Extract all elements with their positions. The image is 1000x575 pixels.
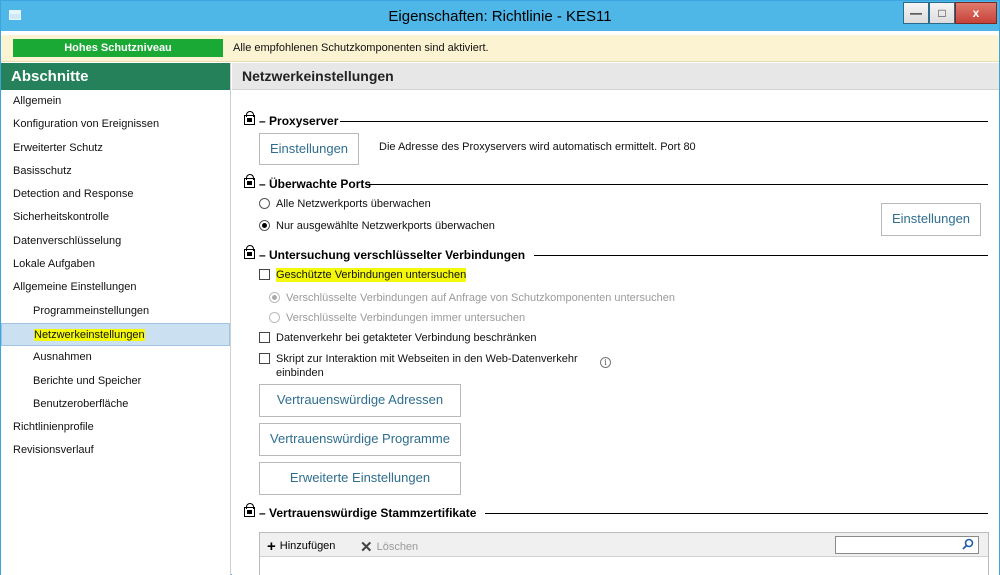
sidebar-item-basic-protection[interactable]: Basisschutz	[1, 160, 230, 183]
trusted-addresses-button[interactable]: Vertrauenswürdige Adressen	[259, 384, 461, 417]
main-content: Netzwerkeinstellungen – Proxyserver Eins…	[232, 63, 999, 575]
sidebar-item-revision-history[interactable]: Revisionsverlauf	[1, 439, 230, 462]
sidebar-item-detection-response[interactable]: Detection and Response	[1, 183, 230, 206]
section-divider	[366, 184, 988, 185]
sidebar-item-security-controls[interactable]: Sicherheitskontrolle	[1, 206, 230, 229]
protection-banner: Hohes Schutzniveau Alle empfohlenen Schu…	[1, 35, 999, 62]
lock-icon[interactable]	[244, 245, 255, 259]
sidebar-item-policy-profiles[interactable]: Richtlinienprofile	[1, 416, 230, 439]
sidebar-item-data-encryption[interactable]: Datenverschlüsselung	[1, 230, 230, 253]
trusted-programs-button[interactable]: Vertrauenswürdige Programme	[259, 423, 461, 456]
minimize-button[interactable]: —	[903, 2, 929, 24]
sidebar-header: Abschnitte	[1, 63, 230, 90]
section-divider	[340, 121, 988, 122]
protection-level-badge: Hohes Schutzniveau	[13, 39, 223, 57]
add-certificate-button[interactable]: + Hinzufügen	[267, 538, 335, 555]
unlock-icon[interactable]	[244, 503, 255, 517]
inject-script-label-line1: Skript zur Interaktion mit Webseiten in …	[276, 353, 578, 365]
sidebar-item-application-settings[interactable]: Programmeinstellungen	[1, 300, 230, 323]
lock-icon[interactable]	[244, 174, 255, 188]
sections-sidebar: Abschnitte Allgemein Konfiguration von E…	[1, 63, 231, 575]
title-bar[interactable]: Eigenschaften: Richtlinie - KES11 — □ x	[1, 1, 999, 31]
inject-script-label-line2: einbinden	[276, 367, 324, 379]
delete-certificate-button[interactable]: ✕ Löschen	[360, 538, 418, 556]
close-button[interactable]: x	[955, 2, 997, 24]
certificates-toolbar: + Hinzufügen ✕ Löschen	[260, 533, 988, 557]
lock-icon[interactable]	[244, 111, 255, 125]
search-icon[interactable]	[962, 538, 974, 550]
sidebar-item-interface[interactable]: Benutzeroberfläche	[1, 393, 230, 416]
advanced-settings-button[interactable]: Erweiterte Einstellungen	[259, 462, 461, 495]
ports-selected-radio[interactable]	[259, 220, 270, 231]
encrypted-section-title: – Untersuchung verschlüsselter Verbindun…	[259, 248, 528, 262]
sidebar-item-reports-storage[interactable]: Berichte und Speicher	[1, 370, 230, 393]
proxy-note: Die Adresse des Proxyservers wird automa…	[379, 141, 696, 153]
scan-always-label: Verschlüsselte Verbindungen immer unters…	[286, 312, 526, 324]
scan-encrypted-label: Geschützte Verbindungen untersuchen	[276, 268, 467, 282]
ports-section-title: – Überwachte Ports	[259, 177, 374, 191]
delete-icon: ✕	[360, 539, 373, 556]
inject-script-label: Skript zur Interaktion mit Webseiten in …	[276, 352, 578, 380]
sidebar-item-network-settings[interactable]: Netzwerkeinstellungen	[1, 322, 230, 347]
ports-selected-label: Nur ausgewählte Netzwerkports überwachen	[276, 220, 495, 232]
sidebar-item-network-settings-label: Netzwerkeinstellungen	[34, 328, 145, 341]
properties-window: Eigenschaften: Richtlinie - KES11 — □ x …	[0, 0, 1000, 575]
sidebar-item-general-settings[interactable]: Allgemeine Einstellungen	[1, 276, 230, 299]
window-title: Eigenschaften: Richtlinie - KES11	[388, 8, 612, 25]
info-icon[interactable]: i	[600, 357, 611, 368]
delete-label: Löschen	[376, 541, 419, 553]
section-divider	[485, 513, 988, 514]
certificates-list: + Hinzufügen ✕ Löschen	[259, 532, 989, 575]
ports-all-radio[interactable]	[259, 198, 270, 209]
sidebar-item-event-configuration[interactable]: Konfiguration von Ereignissen	[1, 113, 230, 136]
scan-on-request-radio[interactable]	[269, 292, 280, 303]
metered-checkbox[interactable]	[259, 332, 270, 343]
certs-section-title: – Vertrauenswürdige Stammzertifikate	[259, 506, 479, 520]
proxy-settings-button[interactable]: Einstellungen	[259, 133, 359, 165]
page-title: Netzwerkeinstellungen	[232, 63, 999, 90]
sidebar-item-local-tasks[interactable]: Lokale Aufgaben	[1, 253, 230, 276]
scan-on-request-label: Verschlüsselte Verbindungen auf Anfrage …	[286, 292, 675, 304]
ports-section-header: – Überwachte Ports	[244, 174, 988, 192]
sidebar-item-allgemein[interactable]: Allgemein	[1, 90, 230, 113]
ports-all-label: Alle Netzwerkports überwachen	[276, 198, 431, 210]
proxy-section-title: – Proxyserver	[259, 114, 341, 128]
maximize-button[interactable]: □	[929, 2, 955, 24]
certs-section-header: – Vertrauenswürdige Stammzertifikate	[244, 503, 988, 521]
protection-status-text: Alle empfohlenen Schutzkomponenten sind …	[233, 42, 489, 54]
encrypted-section-header: – Untersuchung verschlüsselter Verbindun…	[244, 245, 988, 263]
proxy-section-header: – Proxyserver	[244, 111, 988, 129]
sidebar-item-exclusions[interactable]: Ausnahmen	[1, 346, 230, 369]
sidebar-item-advanced-protection[interactable]: Erweiterter Schutz	[1, 137, 230, 160]
certificate-search-input[interactable]	[835, 536, 979, 554]
scan-always-radio[interactable]	[269, 312, 280, 323]
ports-settings-button[interactable]: Einstellungen	[881, 203, 981, 236]
metered-label: Datenverkehr bei getakteter Verbindung b…	[276, 332, 537, 344]
plus-icon: +	[267, 538, 276, 555]
section-divider	[534, 255, 988, 256]
add-label: Hinzufügen	[279, 540, 336, 552]
scan-encrypted-checkbox[interactable]	[259, 269, 270, 280]
inject-script-checkbox[interactable]	[259, 353, 270, 364]
